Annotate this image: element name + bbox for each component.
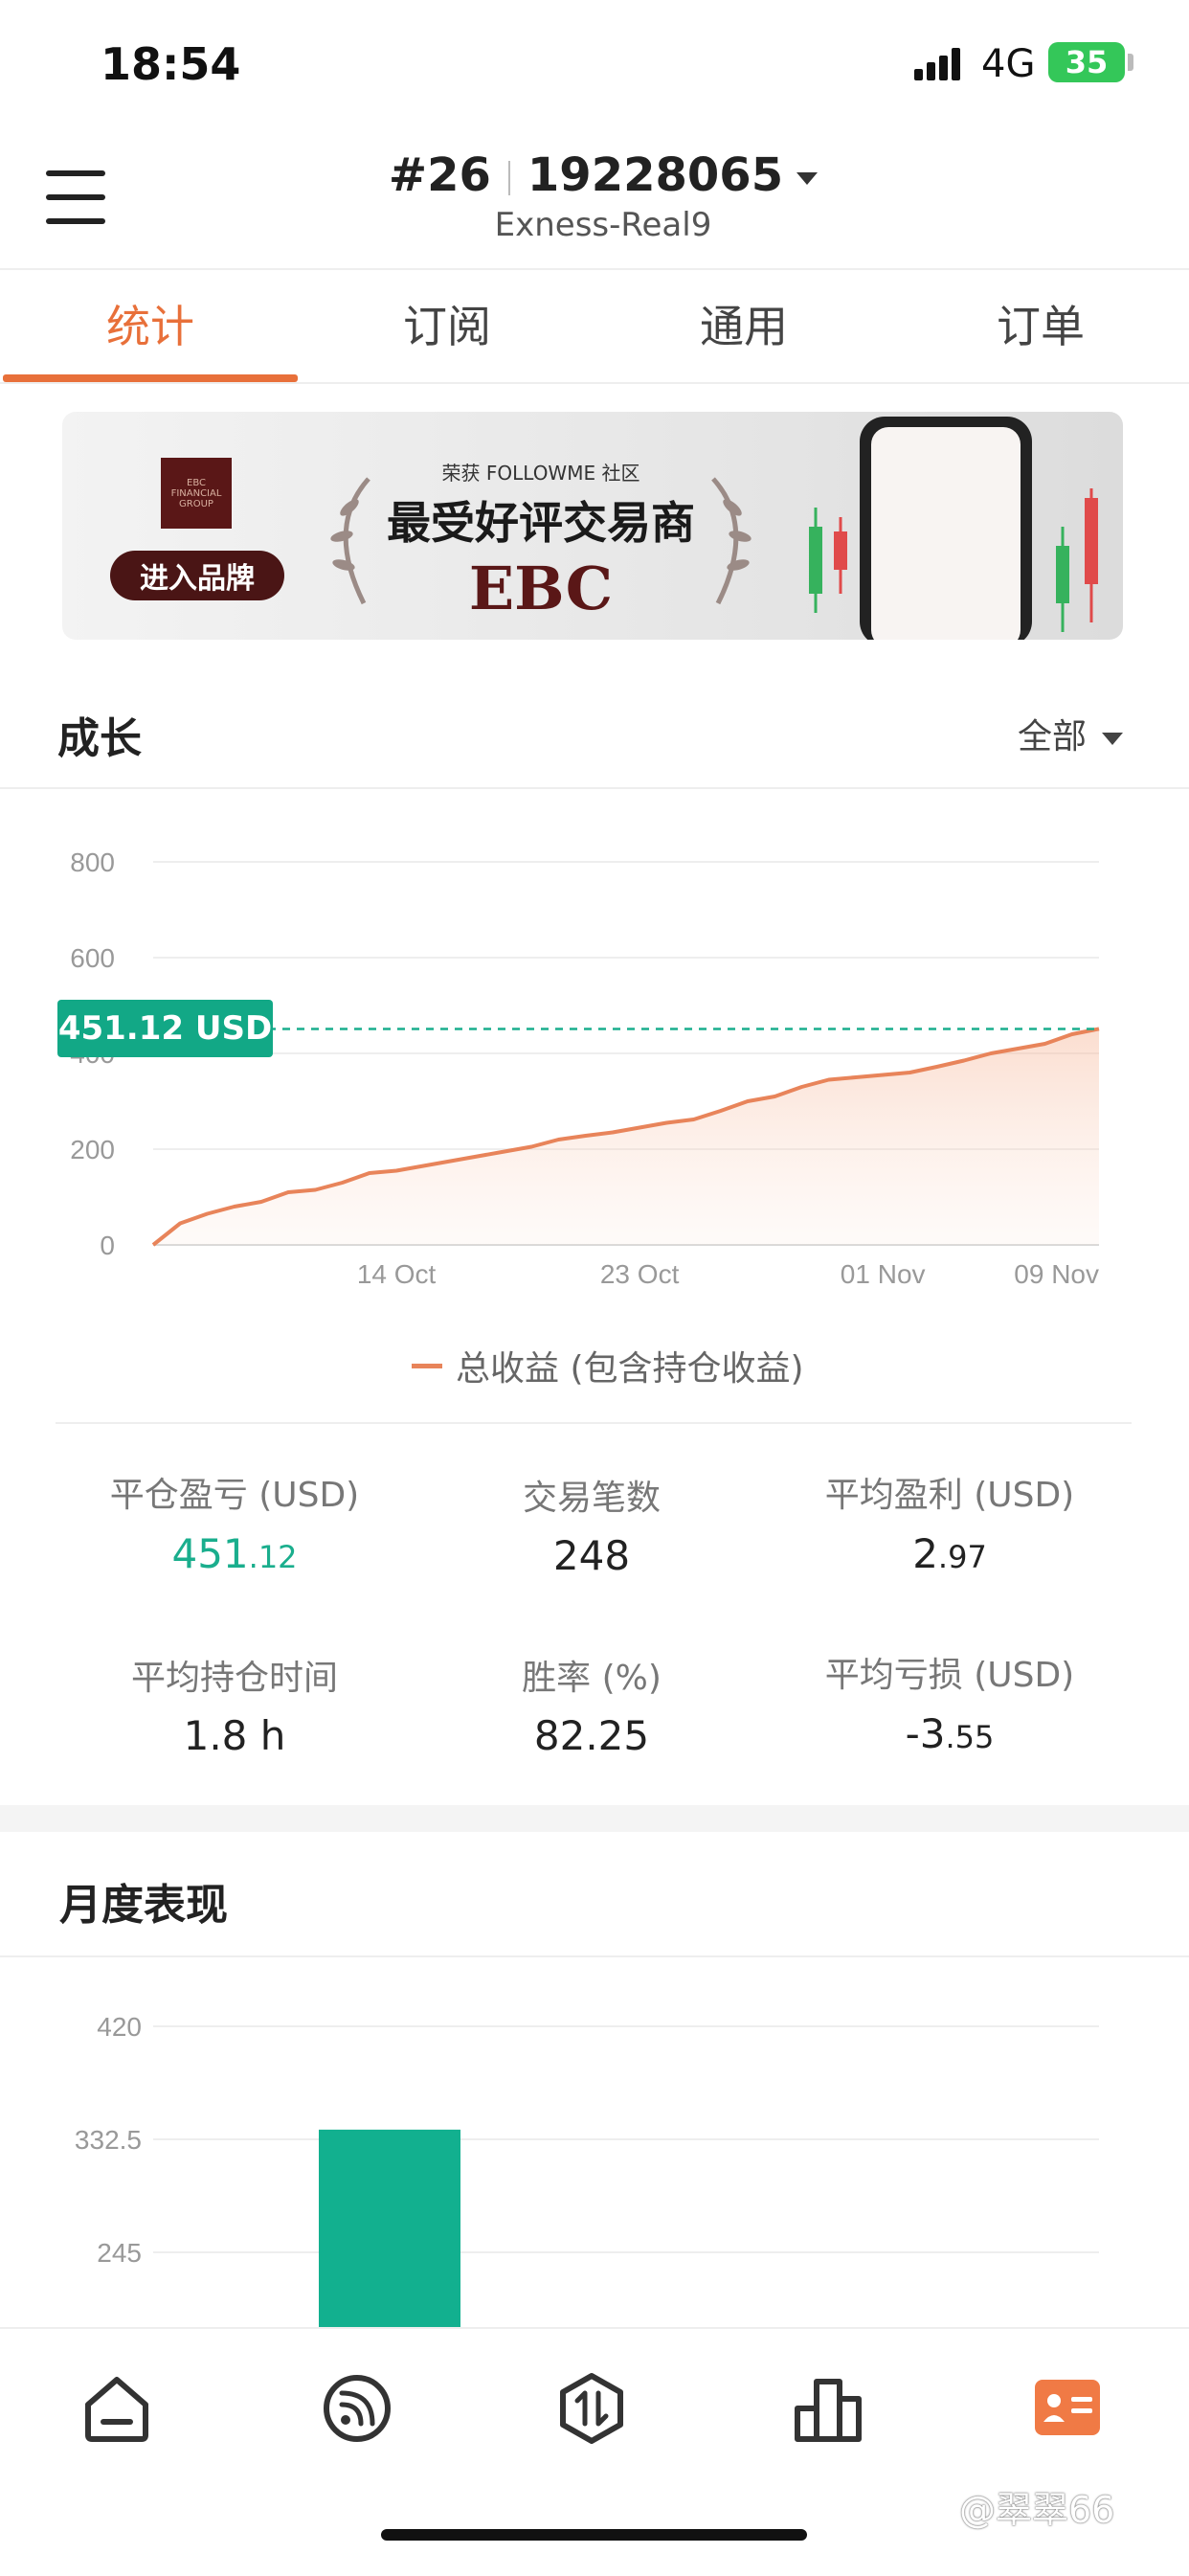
- x-tick-label: 09 Nov: [1014, 1259, 1099, 1289]
- phone-screen: [871, 427, 1021, 640]
- account-server: Exness-Real9: [494, 206, 712, 244]
- legend-swatch: [412, 1363, 442, 1368]
- closed-pl-label: 平仓盈亏 (USD): [109, 1476, 360, 1515]
- tabs-divider: [0, 382, 1189, 384]
- status-time: 18:54: [101, 38, 241, 90]
- tab-indicator: [3, 374, 298, 382]
- avg-loss-label: 平均亏损 (USD): [824, 1656, 1075, 1695]
- feed-icon[interactable]: [319, 2370, 395, 2447]
- chevron-down-icon: [1102, 732, 1124, 745]
- win-rate-label: 胜率 (%): [522, 1659, 662, 1698]
- home-indicator[interactable]: [381, 2529, 807, 2541]
- chart-legend: 总收益 (包含持仓收益): [412, 1341, 804, 1390]
- header-divider: [0, 268, 1189, 270]
- range-selector[interactable]: 全部: [1018, 709, 1124, 758]
- avg-profit-label: 平均盈利 (USD): [824, 1476, 1075, 1515]
- banner-title: 最受好评交易商: [387, 497, 695, 549]
- growth-chart: 0200400600800 14 Oct23 Oct01 Nov09 Nov: [67, 847, 1100, 1289]
- battery-cap: [1128, 54, 1133, 71]
- trades-value: 248: [552, 1532, 631, 1579]
- candles-right-icon: [1056, 488, 1098, 632]
- section-separator: [0, 1805, 1189, 1832]
- avg-hold-value: 1.8 h: [183, 1712, 286, 1759]
- chevron-down-icon: [796, 171, 819, 185]
- tab-general[interactable]: 通用: [595, 292, 892, 355]
- growth-title: 成长: [57, 714, 142, 763]
- battery-icon: 35: [1048, 42, 1125, 82]
- growth-divider: [0, 787, 1189, 789]
- trades-label: 交易笔数: [522, 1479, 661, 1518]
- win-rate-value: 82.25: [533, 1712, 650, 1759]
- current-value-tag: 451.12 USD: [57, 1000, 273, 1058]
- watermark: @翠翠66: [959, 2489, 1115, 2531]
- enter-brand-button[interactable]: 进入品牌: [110, 551, 284, 600]
- banner-subtitle: 荣获 FOLLOWME 社区: [441, 462, 640, 485]
- avg-loss-value: -3.55: [905, 1710, 995, 1757]
- x-tick-label: 23 Oct: [600, 1259, 680, 1289]
- monthly-divider: [0, 1955, 1189, 1957]
- menu-icon[interactable]: [46, 170, 105, 224]
- tab-stats[interactable]: 统计: [2, 292, 299, 355]
- account-rank: #26: [388, 148, 491, 202]
- y-tick-label: 0: [100, 1231, 115, 1260]
- y-tick-label: 800: [70, 847, 115, 877]
- signal-icon: [914, 48, 960, 80]
- y-tick-label: 600: [70, 943, 115, 973]
- monthly-chart: 245 332.5 420: [75, 2012, 1099, 2327]
- account-number: 19228065: [527, 148, 784, 202]
- tab-orders[interactable]: 订单: [892, 292, 1189, 355]
- monthly-title: 月度表现: [59, 1881, 228, 1930]
- y-tick-label: 200: [70, 1135, 115, 1164]
- range-label: 全部: [1018, 717, 1088, 757]
- x-tick-label: 14 Oct: [357, 1259, 437, 1289]
- y-tick-label: 245: [97, 2238, 142, 2268]
- y-tick-label: 332.5: [75, 2125, 142, 2155]
- network-type: 4G: [981, 42, 1036, 86]
- avg-hold-label: 平均持仓时间: [130, 1659, 338, 1698]
- battery-level: 35: [1065, 44, 1109, 80]
- x-tick-label: 01 Nov: [841, 1259, 926, 1289]
- bar: [319, 2129, 460, 2327]
- legend-label: 总收益 (包含持仓收益): [456, 1349, 804, 1389]
- banner-brand: EBC: [468, 554, 614, 623]
- ebc-logo: EBC FINANCIAL GROUP: [161, 458, 232, 529]
- tab-subscribe[interactable]: 订阅: [299, 292, 595, 355]
- account-selector[interactable]: #26 19228065: [316, 148, 890, 202]
- profile-card-icon[interactable]: [1029, 2370, 1106, 2447]
- promo-banner[interactable]: EBC FINANCIAL GROUP 进入品牌 荣获 FOLLOWME 社区 …: [62, 412, 1123, 640]
- candles-left-icon: [809, 508, 847, 613]
- home-icon[interactable]: [79, 2370, 155, 2447]
- y-tick-label: 420: [97, 2012, 142, 2042]
- trade-icon[interactable]: [553, 2370, 630, 2447]
- avg-profit-value: 2.97: [912, 1530, 987, 1577]
- ranking-icon[interactable]: [790, 2370, 866, 2447]
- closed-pl-value: 451.12: [171, 1530, 298, 1577]
- stats-divider: [56, 1422, 1132, 1424]
